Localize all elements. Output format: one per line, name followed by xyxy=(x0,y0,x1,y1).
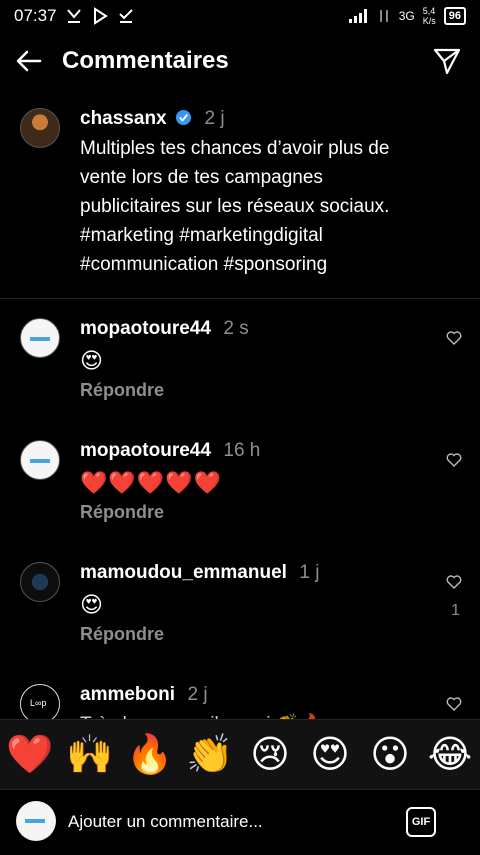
like-heart-icon[interactable] xyxy=(446,574,462,590)
comment-item: mopaotoure44 16 h ❤️❤️❤️❤️❤️ Répondre xyxy=(0,440,480,550)
comment-text: 😍 xyxy=(80,592,104,617)
reaction-laughing-emoji[interactable]: 😂 xyxy=(424,720,476,790)
data-transfer-icon xyxy=(379,10,388,22)
reaction-heart-eyes-emoji[interactable]: 😍 xyxy=(304,720,356,790)
avatar[interactable] xyxy=(20,318,60,358)
caption-text: Multiples tes chances d’avoir plus de ve… xyxy=(80,134,460,279)
post-caption: chassanx 2 j Multiples tes chances d’avo… xyxy=(0,100,480,299)
top-app-bar: Commentaires xyxy=(0,32,480,90)
check-download-icon xyxy=(118,9,133,23)
caption-line: vente lors de tes campagnes xyxy=(80,167,323,188)
battery-indicator: 96 xyxy=(443,7,466,25)
like-heart-icon[interactable] xyxy=(446,452,462,468)
like-heart-icon[interactable] xyxy=(446,330,462,346)
comment-item: mopaotoure44 2 s 😍 Répondre xyxy=(0,318,480,428)
reaction-fire-emoji[interactable]: 🔥 xyxy=(124,720,176,790)
reply-button[interactable]: Répondre xyxy=(80,380,164,401)
caption-hashtags[interactable]: #marketing #marketingdigital xyxy=(80,221,460,250)
reaction-clap-emoji[interactable]: 👏 xyxy=(184,720,236,790)
page-title: Commentaires xyxy=(62,47,229,74)
download-icon xyxy=(66,9,81,23)
gif-button[interactable]: GIF xyxy=(406,807,436,837)
signal-icon xyxy=(348,9,367,23)
caption-line: publicitaires sur les réseaux sociaux. xyxy=(80,196,390,217)
comment-time: 2 j xyxy=(187,684,208,705)
play-store-icon xyxy=(93,7,108,25)
caption-line: Multiples tes chances d’avoir plus de xyxy=(80,138,390,159)
quick-reactions-bar: ❤️ 🙌 🔥 👏 😢 😍 😮 😂 xyxy=(0,719,480,790)
avatar[interactable] xyxy=(20,440,60,480)
reaction-crying-emoji[interactable]: 😢 xyxy=(244,720,296,790)
avatar[interactable] xyxy=(20,562,60,602)
clock: 07:37 xyxy=(14,6,57,25)
avatar xyxy=(16,801,56,841)
comment-time: 2 s xyxy=(223,318,249,339)
reaction-heart-emoji[interactable]: ❤️ xyxy=(4,720,56,790)
share-send-icon[interactable] xyxy=(432,46,462,76)
network-speed: 5,4 K/s xyxy=(422,6,436,26)
caption-body: chassanx 2 j Multiples tes chances d’avo… xyxy=(80,108,460,279)
status-bar: 07:37 3G 5,4 K/s 96 xyxy=(0,0,480,32)
comment-username[interactable]: mamoudou_emmanuel xyxy=(80,562,287,583)
comment-username[interactable]: mopaotoure44 xyxy=(80,318,211,339)
like-count: 1 xyxy=(451,602,460,619)
comment-username[interactable]: mopaotoure44 xyxy=(80,440,211,461)
reaction-surprised-emoji[interactable]: 😮 xyxy=(364,720,416,790)
comment-input[interactable]: Ajouter un commentaire... xyxy=(68,812,263,832)
comment-item: mamoudou_emmanuel 1 j 😍 Répondre 1 xyxy=(0,562,480,672)
post-time: 2 j xyxy=(204,108,225,129)
comment-username[interactable]: ammeboni xyxy=(80,684,175,705)
avatar[interactable] xyxy=(20,684,60,724)
reply-button[interactable]: Répondre xyxy=(80,502,164,523)
like-heart-icon[interactable] xyxy=(446,696,462,712)
comment-text: 😍 xyxy=(80,348,104,373)
reaction-raised-hands-emoji[interactable]: 🙌 xyxy=(64,720,116,790)
comment-time: 1 j xyxy=(299,562,320,583)
reply-button[interactable]: Répondre xyxy=(80,624,164,645)
back-arrow-icon[interactable] xyxy=(14,46,44,76)
network-type: 3G xyxy=(398,9,415,23)
verified-badge-icon xyxy=(176,109,192,126)
comment-time: 16 h xyxy=(223,440,261,461)
post-username[interactable]: chassanx xyxy=(80,108,167,129)
caption-hashtags[interactable]: #communication #sponsoring xyxy=(80,250,460,279)
comment-composer: Ajouter un commentaire... GIF xyxy=(0,789,480,855)
avatar[interactable] xyxy=(20,108,60,148)
comment-item: ammeboni 2 j Très bon conseil merci 👏🔥 xyxy=(0,684,480,724)
comment-text: ❤️❤️❤️❤️❤️ xyxy=(80,470,222,495)
